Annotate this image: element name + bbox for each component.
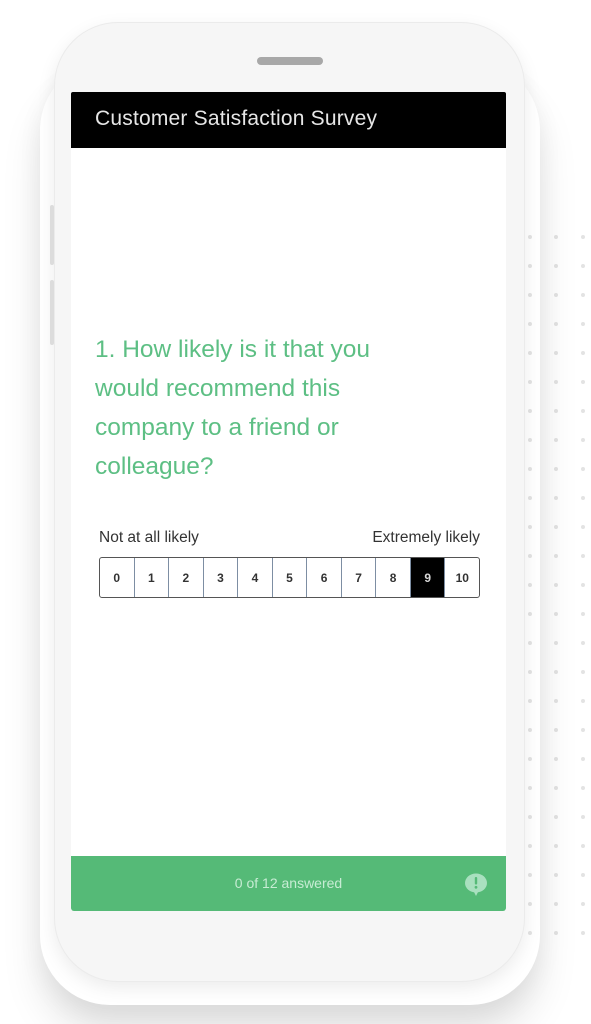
phone-screen: Customer Satisfaction Survey 1. How like… — [71, 92, 506, 910]
background-dot — [581, 264, 585, 268]
background-dot — [554, 351, 558, 355]
question-text: 1. How likely is it that you would recom… — [95, 336, 371, 480]
background-dot — [581, 931, 585, 935]
scale-option-10[interactable]: 10 — [445, 558, 479, 597]
background-dot — [581, 757, 585, 761]
background-dot — [554, 496, 558, 500]
scale-option-2[interactable]: 2 — [169, 558, 204, 597]
background-dot — [554, 322, 558, 326]
background-dot — [581, 670, 585, 674]
background-dot — [581, 467, 585, 471]
background-dot — [554, 293, 558, 297]
background-dot — [581, 351, 585, 355]
background-dot — [554, 409, 558, 413]
background-dot — [554, 873, 558, 877]
background-dot — [554, 931, 558, 935]
progress-footer: 0 of 12 answered — [71, 856, 506, 911]
survey-header: Customer Satisfaction Survey — [71, 92, 506, 148]
background-dot — [581, 322, 585, 326]
background-dot — [554, 525, 558, 529]
scale-option-8[interactable]: 8 — [376, 558, 411, 597]
scale-option-4[interactable]: 4 — [238, 558, 273, 597]
background-dot — [581, 641, 585, 645]
background-dot — [554, 699, 558, 703]
background-dot — [554, 757, 558, 761]
background-dot — [554, 467, 558, 471]
phone-speaker — [257, 57, 323, 65]
background-dot — [554, 815, 558, 819]
background-dot — [554, 728, 558, 732]
background-dot — [581, 380, 585, 384]
background-dot — [581, 525, 585, 529]
background-dot — [554, 438, 558, 442]
phone-side-button — [50, 205, 54, 265]
background-dot — [581, 496, 585, 500]
background-dot — [554, 554, 558, 558]
background-dot — [581, 612, 585, 616]
background-dot — [581, 844, 585, 848]
scale-high-label: Extremely likely — [372, 529, 480, 546]
scale-option-0[interactable]: 0 — [100, 558, 135, 597]
background-dot — [581, 699, 585, 703]
background-dot — [554, 264, 558, 268]
background-dot — [554, 902, 558, 906]
background-dot — [554, 844, 558, 848]
scale-option-9[interactable]: 9 — [410, 558, 446, 597]
phone-side-button — [50, 280, 54, 345]
background-dot — [554, 786, 558, 790]
scale-option-1[interactable]: 1 — [135, 558, 170, 597]
background-dot — [581, 409, 585, 413]
background-dot — [581, 786, 585, 790]
background-dot — [581, 438, 585, 442]
feedback-speech-bubble-icon — [465, 873, 487, 896]
background-dot — [554, 235, 558, 239]
background-dot — [581, 902, 585, 906]
background-dot — [581, 235, 585, 239]
background-dot — [554, 670, 558, 674]
progress-text: 0 of 12 answered — [234, 875, 343, 891]
background-dot — [581, 815, 585, 819]
scale-option-6[interactable]: 6 — [307, 558, 342, 597]
background-dot — [581, 293, 585, 297]
nps-rating-scale: 0 1 2 3 4 5 6 7 8 9 10 — [99, 557, 480, 598]
background-dot — [554, 641, 558, 645]
scale-option-3[interactable]: 3 — [204, 558, 239, 597]
background-dot — [554, 612, 558, 616]
background-dot — [581, 554, 585, 558]
background-dot — [581, 728, 585, 732]
scale-low-label: Not at all likely — [99, 529, 199, 546]
scale-option-5[interactable]: 5 — [273, 558, 308, 597]
feedback-button[interactable] — [461, 870, 491, 900]
scale-option-7[interactable]: 7 — [342, 558, 377, 597]
background-dot — [554, 583, 558, 587]
scale-labels: Not at all likely Extremely likely — [99, 529, 480, 549]
background-dot — [581, 583, 585, 587]
background-dot — [581, 873, 585, 877]
survey-title: Customer Satisfaction Survey — [95, 107, 378, 130]
background-dot — [554, 380, 558, 384]
